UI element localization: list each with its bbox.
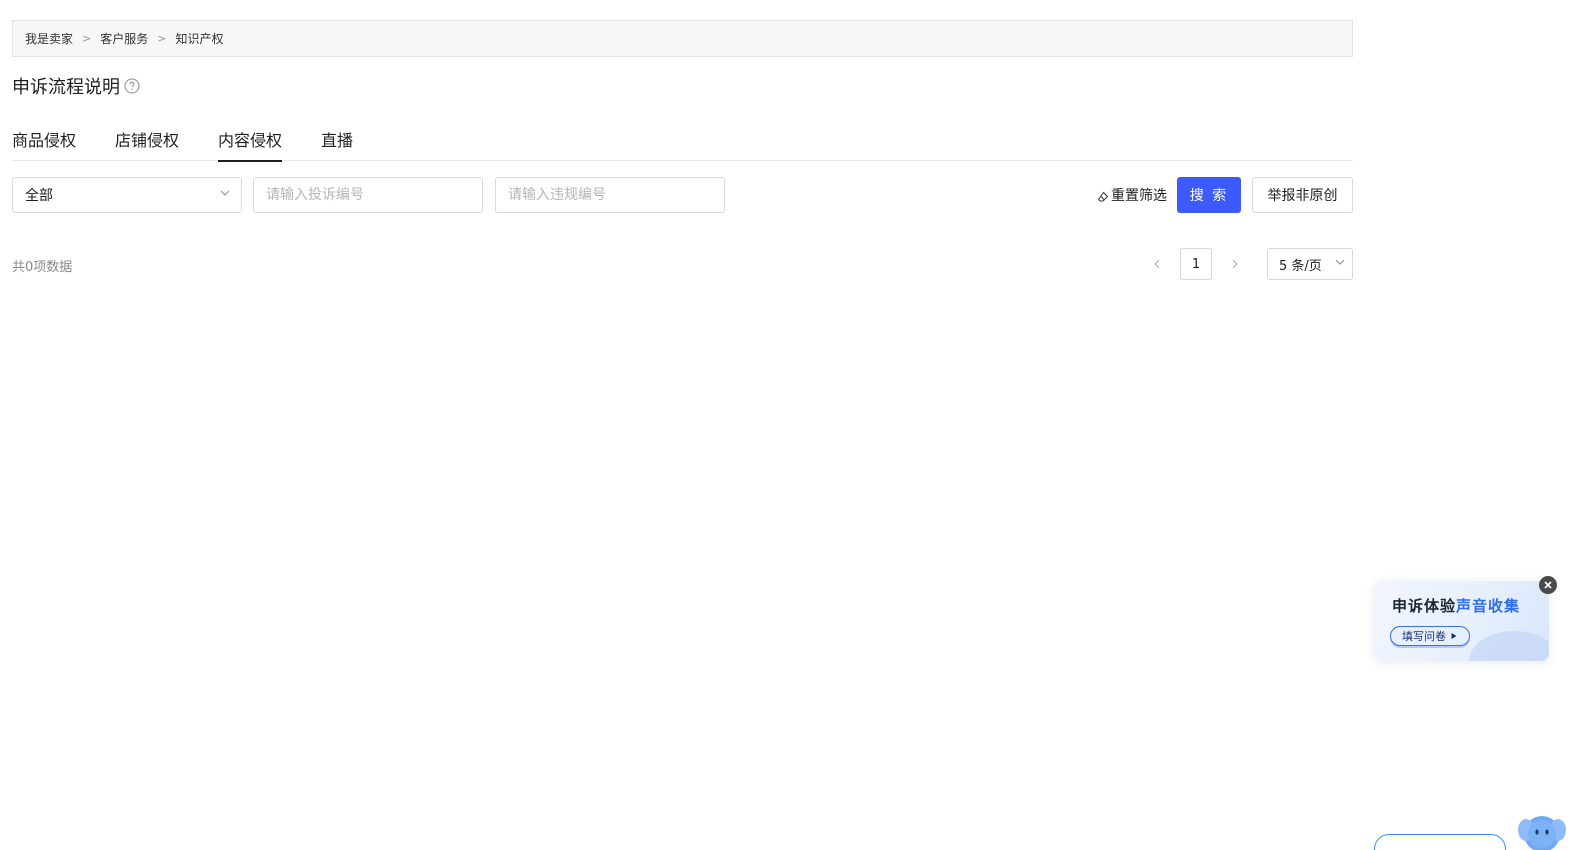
survey-title-blue: 声音收集 [1456, 597, 1521, 615]
page: 我是卖家 > 客户服务 > 知识产权 申诉流程说明 商品侵权 店铺侵权 内容侵权… [0, 0, 1590, 850]
pagination: 1 5 条/页 [1145, 248, 1353, 280]
breadcrumb: 我是卖家 > 客户服务 > 知识产权 [12, 20, 1353, 57]
survey-title: 申诉体验声音收集 [1392, 595, 1520, 616]
breadcrumb-separator: > [82, 32, 92, 45]
tab-store-infringement[interactable]: 店铺侵权 [115, 117, 179, 161]
breadcrumb-item-ip: 知识产权 [175, 32, 224, 46]
prev-page-button[interactable] [1145, 248, 1169, 280]
survey-decoration [1469, 631, 1549, 661]
chevron-down-icon [219, 187, 231, 203]
close-icon[interactable] [1539, 576, 1557, 594]
next-page-button[interactable] [1223, 248, 1247, 280]
bottom-helper-pill[interactable] [1374, 834, 1506, 850]
page-size-value: 5 条/页 [1279, 258, 1322, 274]
report-non-original-button[interactable]: 举报非原创 [1252, 177, 1353, 213]
tab-live-stream[interactable]: 直播 [321, 117, 353, 161]
eraser-icon [1097, 191, 1109, 203]
violation-id-input[interactable] [495, 177, 725, 213]
breadcrumb-separator: > [157, 32, 167, 45]
fill-survey-button[interactable]: 填写问卷 [1390, 626, 1470, 646]
question-circle-icon[interactable] [124, 78, 140, 94]
type-select-value: 全部 [25, 188, 53, 204]
type-select[interactable]: 全部 [12, 177, 242, 213]
page-title-row: 申诉流程说明 [12, 74, 140, 98]
breadcrumb-item-customer-service[interactable]: 客户服务 [100, 30, 148, 47]
fill-survey-label: 填写问卷 [1402, 630, 1446, 643]
survey-title-dark: 申诉体验 [1392, 597, 1457, 615]
search-button[interactable]: 搜 索 [1177, 177, 1241, 213]
page-title: 申诉流程说明 [12, 77, 120, 98]
page-size-select[interactable]: 5 条/页 [1267, 248, 1353, 280]
total-count: 共0项数据 [12, 260, 73, 275]
tab-content-infringement[interactable]: 内容侵权 [218, 117, 283, 162]
filter-row: 全部 重置筛选 搜 索 举报非原创 [12, 177, 1353, 213]
complaint-id-input[interactable] [253, 177, 483, 213]
tab-bar: 商品侵权 店铺侵权 内容侵权 直播 [12, 117, 1353, 162]
elephant-mascot-icon[interactable] [1518, 808, 1566, 850]
chevron-down-icon [1334, 256, 1346, 272]
reset-filter-label: 重置筛选 [1111, 188, 1167, 204]
reset-filter-button[interactable]: 重置筛选 [1097, 177, 1167, 213]
chevron-left-icon [1154, 259, 1160, 269]
tab-product-infringement[interactable]: 商品侵权 [12, 117, 76, 161]
play-icon [1450, 632, 1458, 640]
breadcrumb-item-seller[interactable]: 我是卖家 [25, 30, 73, 47]
survey-banner[interactable]: 申诉体验声音收集 填写问卷 [1374, 581, 1549, 661]
chevron-right-icon [1232, 259, 1238, 269]
page-number-current[interactable]: 1 [1180, 248, 1212, 280]
